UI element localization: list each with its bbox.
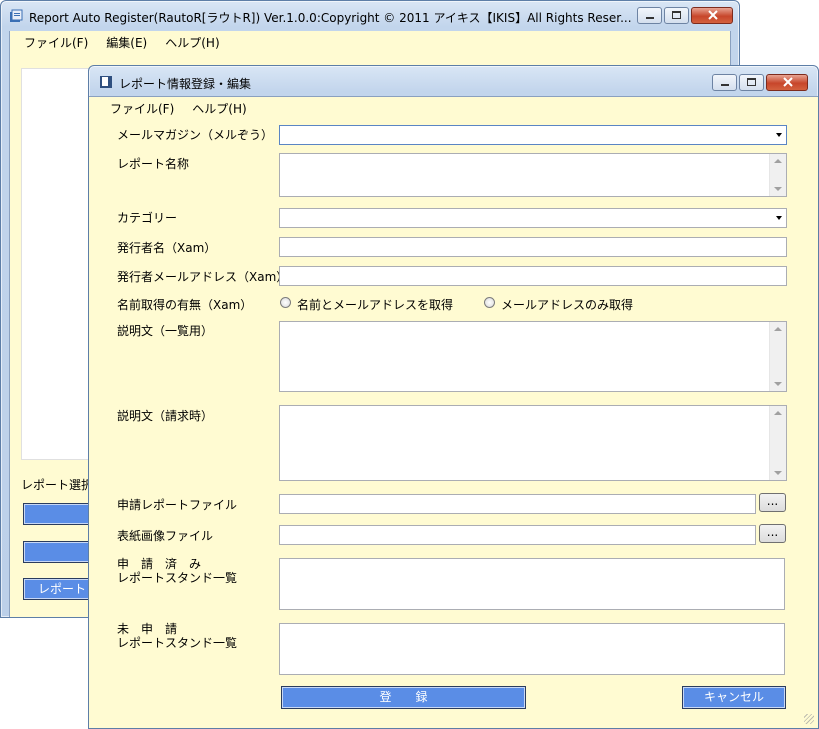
app-icon xyxy=(10,9,23,22)
resize-grip-icon[interactable] xyxy=(804,714,814,724)
maximize-icon xyxy=(747,78,756,86)
menu-file[interactable]: ファイル(F) xyxy=(24,34,88,51)
close-icon xyxy=(708,10,718,20)
report-name-scrollbar[interactable] xyxy=(769,154,786,196)
desc-list-label: 説明文（一覧用） xyxy=(117,324,214,338)
dialog-maximize-button[interactable] xyxy=(739,74,764,91)
dialog-menu-file[interactable]: ファイル(F) xyxy=(110,100,174,117)
main-caption-buttons xyxy=(635,7,733,24)
close-button[interactable] xyxy=(691,7,733,24)
radio-name-and-email-label[interactable]: 名前とメールアドレスを取得 xyxy=(297,296,453,313)
dialog-caption-buttons xyxy=(710,74,808,91)
apply-report-file-input[interactable] xyxy=(279,494,756,514)
dialog-app-icon xyxy=(100,76,112,88)
maximize-button[interactable] xyxy=(664,7,689,24)
register-button[interactable]: 登 録 xyxy=(281,686,526,709)
unapplied-report-stand-list[interactable] xyxy=(279,623,785,675)
name-acquisition-label: 名前取得の有無（Xam） xyxy=(117,298,253,312)
report-name-label: レポート名称 xyxy=(117,157,190,171)
minimize-icon xyxy=(721,84,729,86)
category-combo[interactable] xyxy=(279,208,787,228)
desc-list-scrollbar[interactable] xyxy=(769,322,786,391)
report-name-textarea[interactable] xyxy=(279,153,787,197)
apply-report-file-label: 申請レポートファイル xyxy=(117,498,238,512)
main-titlebar[interactable]: Report Auto Register(RautoR[ラウトR]) Ver.1… xyxy=(1,1,739,31)
dialog-menubar: ファイル(F) ヘルプ(H) xyxy=(89,97,818,119)
main-window-title: Report Auto Register(RautoR[ラウトR]) Ver.1… xyxy=(29,11,632,25)
radio-email-only[interactable] xyxy=(484,297,495,308)
cover-image-file-label: 表紙画像ファイル xyxy=(117,529,214,543)
desc-list-textarea[interactable] xyxy=(279,321,787,392)
radio-email-only-label[interactable]: メールアドレスのみ取得 xyxy=(501,296,633,313)
publisher-email-label: 発行者メールアドレス（Xam） xyxy=(117,270,289,284)
scroll-up-icon xyxy=(774,159,782,163)
radio-name-and-email[interactable] xyxy=(280,297,291,308)
report-edit-dialog: レポート情報登録・編集 ファイル(F) ヘルプ(H) メールマガジン（メルぞう）… xyxy=(88,65,819,729)
cover-image-file-input[interactable] xyxy=(279,525,756,545)
dialog-close-button[interactable] xyxy=(766,74,808,91)
cover-image-file-browse-button[interactable]: ... xyxy=(759,524,786,543)
scroll-down-icon xyxy=(774,382,782,386)
minimize-button[interactable] xyxy=(637,7,662,24)
publisher-name-label: 発行者名（Xam） xyxy=(117,241,217,255)
dialog-title: レポート情報登録・編集 xyxy=(119,77,252,91)
desc-request-scrollbar[interactable] xyxy=(769,406,786,480)
publisher-name-input[interactable] xyxy=(279,237,787,257)
scroll-down-icon xyxy=(774,471,782,475)
maximize-icon xyxy=(672,11,681,19)
main-menubar: ファイル(F) 編集(E) ヘルプ(H) xyxy=(10,31,730,53)
scroll-up-icon xyxy=(774,411,782,415)
scroll-down-icon xyxy=(774,187,782,191)
cancel-button[interactable]: キャンセル xyxy=(682,686,786,709)
applied-list-label-line2: レポートスタンド一覧 xyxy=(117,571,238,585)
unapplied-list-label-line2: レポートスタンド一覧 xyxy=(117,636,238,650)
menu-help[interactable]: ヘルプ(H) xyxy=(165,34,219,51)
desc-request-label: 説明文（請求時） xyxy=(117,409,214,423)
dialog-client-area: ファイル(F) ヘルプ(H) メールマガジン（メルぞう） レポート名称 カテゴリ… xyxy=(89,96,818,728)
report-select-label: レポート選択 xyxy=(21,478,94,492)
minimize-icon xyxy=(646,17,654,19)
publisher-email-input[interactable] xyxy=(279,266,787,286)
category-label: カテゴリー xyxy=(117,211,178,225)
apply-report-file-browse-button[interactable]: ... xyxy=(759,493,786,512)
mailmag-combo[interactable] xyxy=(279,125,787,145)
mailmag-label: メールマガジン（メルぞう） xyxy=(117,128,274,142)
menu-edit[interactable]: 編集(E) xyxy=(106,34,147,51)
dialog-menu-help[interactable]: ヘルプ(H) xyxy=(192,100,246,117)
dialog-minimize-button[interactable] xyxy=(712,74,737,91)
desc-request-textarea[interactable] xyxy=(279,405,787,481)
applied-report-stand-list[interactable] xyxy=(279,558,785,610)
dialog-titlebar[interactable]: レポート情報登録・編集 xyxy=(89,66,818,96)
close-icon xyxy=(783,77,793,87)
scroll-up-icon xyxy=(774,327,782,331)
